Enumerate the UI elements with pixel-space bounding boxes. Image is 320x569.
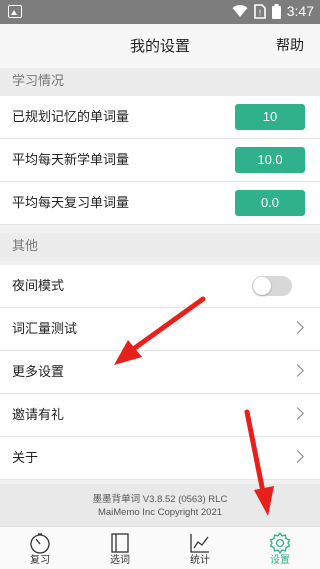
annotation-arrows [114,296,274,516]
arrow-to-more-settings [114,296,206,365]
arrow-to-settings-tab [244,409,274,516]
